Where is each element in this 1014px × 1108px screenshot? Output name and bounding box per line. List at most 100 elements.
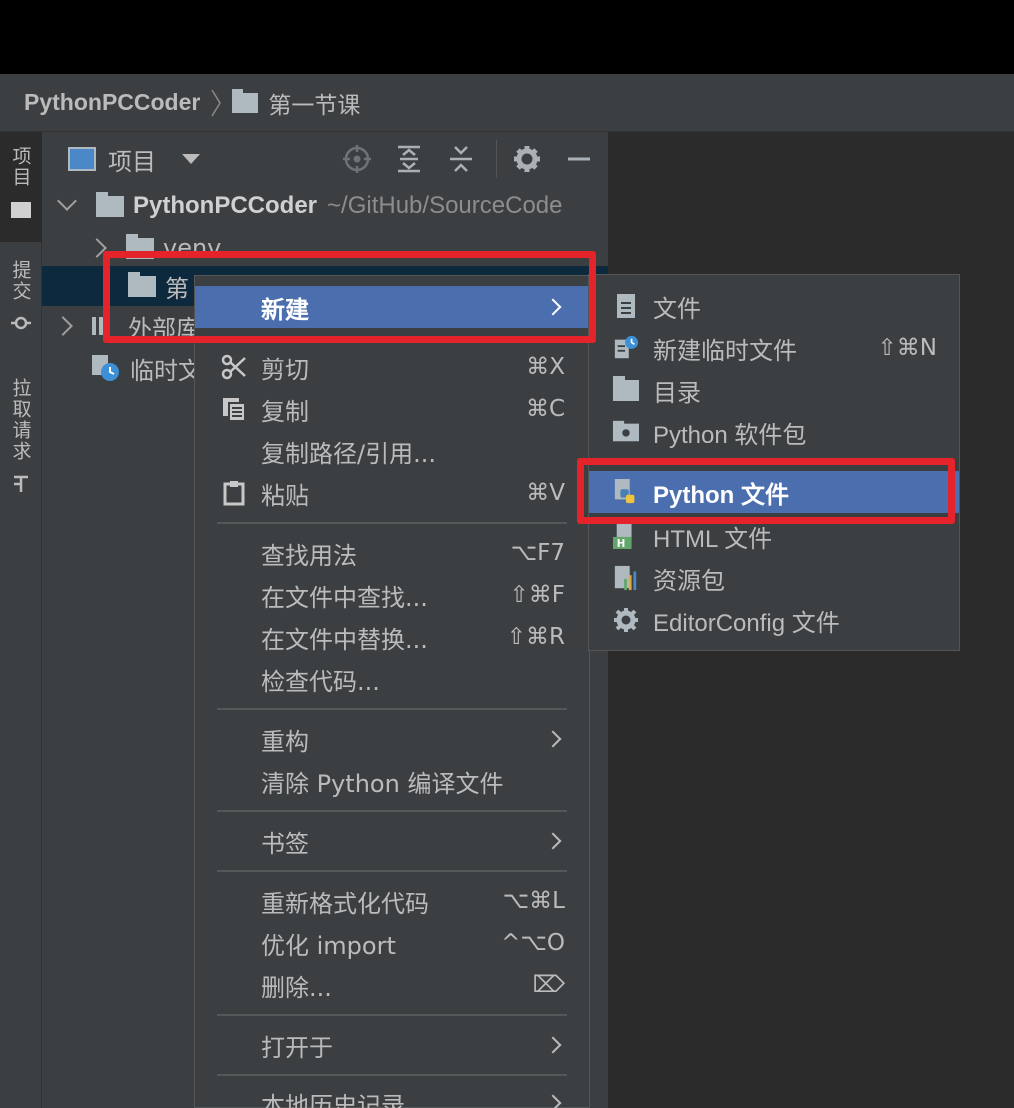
- tool-window-strip: 项目 提交 拉取请求: [0, 132, 42, 1108]
- menu-item-label: 在文件中替换...: [261, 625, 428, 654]
- submenu-item-shortcut: ⇧⌘N: [877, 335, 937, 361]
- menu-item-shortcut: ⇧⌘F: [509, 582, 565, 608]
- submenu-item-label: Python 文件: [653, 481, 789, 509]
- menu-item-label: 删除...: [261, 973, 332, 1002]
- submenu-item-python-package[interactable]: Python 软件包: [589, 411, 959, 453]
- menu-item-inspect-code[interactable]: 检查代码...: [195, 658, 589, 700]
- commit-icon: [11, 314, 31, 336]
- menu-item-bookmarks[interactable]: 书签: [195, 820, 589, 862]
- menu-item-label: 优化 import: [261, 931, 396, 960]
- tool-tab-commit[interactable]: 提交: [0, 260, 42, 340]
- menu-item-find-in-files[interactable]: 在文件中查找... ⇧⌘F: [195, 574, 589, 616]
- menu-separator: [217, 870, 567, 872]
- chevron-right-icon: [544, 1094, 562, 1108]
- menu-item-label: 粘贴: [261, 481, 309, 510]
- breadcrumb-separator-icon: [210, 88, 222, 118]
- tree-item-venv[interactable]: venv: [42, 228, 608, 268]
- submenu-item-label: 文件: [653, 295, 701, 323]
- menu-item-shortcut: ^⌥O: [501, 930, 565, 956]
- resource-bundle-icon: [613, 564, 639, 592]
- scratch-icon: [90, 353, 122, 383]
- menu-item-replace-in-files[interactable]: 在文件中替换... ⇧⌘R: [195, 616, 589, 658]
- breadcrumb-project[interactable]: PythonPCCoder: [24, 89, 200, 116]
- menu-item-shortcut: ⇧⌘R: [506, 624, 565, 650]
- chevron-down-icon[interactable]: [57, 191, 77, 211]
- menu-separator: [217, 1074, 567, 1076]
- menu-item-open-in[interactable]: 打开于: [195, 1024, 589, 1066]
- project-view-icon: [68, 147, 96, 171]
- gear-icon[interactable]: [512, 144, 542, 174]
- tree-item-label: 外部库: [128, 314, 200, 343]
- menu-item-cut[interactable]: 剪切 ⌘X: [195, 346, 589, 388]
- menu-item-shortcut: ⌘C: [525, 396, 565, 422]
- folder-icon: [126, 233, 154, 259]
- menu-item-optimize-import[interactable]: 优化 import ^⌥O: [195, 922, 589, 964]
- tool-tab-commit-label: 提交: [9, 260, 32, 302]
- submenu-item-label: 目录: [653, 379, 701, 407]
- window-titlebar: [0, 0, 1014, 74]
- folder-icon: [11, 202, 31, 218]
- submenu-item-label: 新建临时文件: [653, 337, 797, 365]
- file-icon: [613, 292, 639, 320]
- minimize-icon[interactable]: [564, 144, 594, 174]
- chevron-right-icon[interactable]: [53, 316, 73, 336]
- submenu-item-html-file[interactable]: H HTML 文件: [589, 515, 959, 557]
- menu-item-paste[interactable]: 粘贴 ⌘V: [195, 472, 589, 514]
- submenu-item-scratch-file[interactable]: 新建临时文件 ⇧⌘N: [589, 327, 959, 369]
- menu-item-local-history[interactable]: 本地历史记录: [195, 1082, 589, 1108]
- context-menu: 新建 剪切 ⌘X 复制 ⌘C 复制路径/引用... 粘贴 ⌘V 查找用法 ⌥F7…: [194, 275, 590, 1108]
- chevron-right-icon[interactable]: [87, 238, 107, 258]
- navigation-bar: PythonPCCoder 第一节课: [0, 74, 1014, 132]
- project-view-selector[interactable]: 项目: [108, 142, 156, 177]
- tool-tab-project-label: 项目: [9, 146, 32, 188]
- tool-tab-pull-requests[interactable]: 拉取请求: [0, 378, 42, 508]
- folder-icon: [96, 191, 124, 217]
- tool-tab-project[interactable]: 项目: [0, 132, 42, 242]
- tree-item-label: 第: [165, 274, 189, 303]
- menu-separator: [217, 1014, 567, 1016]
- menu-item-label: 打开于: [261, 1033, 333, 1062]
- breadcrumb-folder[interactable]: 第一节课: [268, 86, 360, 120]
- tree-item-label: 临时文: [130, 356, 202, 385]
- menu-separator: [217, 522, 567, 524]
- menu-item-label: 新建: [261, 295, 309, 324]
- collapse-all-icon[interactable]: [446, 144, 476, 174]
- submenu-item-label: Python 软件包: [653, 421, 807, 449]
- chevron-right-icon: [544, 1036, 562, 1054]
- scissors-icon: [221, 354, 247, 380]
- submenu-item-label: HTML 文件: [653, 525, 773, 553]
- clipboard-icon: [221, 480, 247, 506]
- submenu-item-editorconfig[interactable]: EditorConfig 文件: [589, 599, 959, 641]
- submenu-item-python-file[interactable]: Python 文件: [589, 471, 959, 513]
- tool-tab-pull-requests-label: 拉取请求: [9, 378, 32, 462]
- submenu-item-resource-bundle[interactable]: 资源包: [589, 557, 959, 599]
- menu-item-label: 本地历史记录: [261, 1091, 405, 1108]
- html-file-icon: H: [613, 522, 639, 550]
- submenu-item-file[interactable]: 文件: [589, 285, 959, 327]
- menu-item-refactor[interactable]: 重构: [195, 718, 589, 760]
- python-file-icon: [613, 478, 639, 506]
- locate-icon[interactable]: [342, 144, 372, 174]
- menu-item-label: 检查代码...: [261, 667, 380, 696]
- menu-item-reformat-code[interactable]: 重新格式化代码 ⌥⌘L: [195, 880, 589, 922]
- folder-icon: [613, 375, 639, 404]
- menu-item-copy[interactable]: 复制 ⌘C: [195, 388, 589, 430]
- chevron-right-icon: [544, 298, 562, 316]
- menu-item-copy-path[interactable]: 复制路径/引用...: [195, 430, 589, 472]
- menu-item-new[interactable]: 新建: [195, 286, 589, 328]
- menu-item-clean-python[interactable]: 清除 Python 编译文件: [195, 760, 589, 802]
- tree-item-label: PythonPCCoder: [133, 192, 318, 219]
- menu-item-find-usages[interactable]: 查找用法 ⌥F7: [195, 532, 589, 574]
- tree-item-root[interactable]: PythonPCCoder ~/GitHub/SourceCode: [42, 186, 608, 226]
- chevron-down-icon[interactable]: [182, 154, 200, 164]
- menu-item-delete[interactable]: 删除... ⌦: [195, 964, 589, 1006]
- package-folder-icon: [613, 418, 639, 446]
- submenu-item-directory[interactable]: 目录: [589, 369, 959, 411]
- folder-icon: [128, 271, 156, 297]
- library-icon: [90, 315, 120, 337]
- scratch-file-icon: [613, 334, 639, 362]
- expand-all-icon[interactable]: [394, 144, 424, 174]
- menu-separator: [217, 708, 567, 710]
- menu-item-label: 重构: [261, 727, 309, 756]
- new-submenu: 文件 新建临时文件 ⇧⌘N 目录 Python 软件包 Python 文件 H …: [588, 274, 960, 651]
